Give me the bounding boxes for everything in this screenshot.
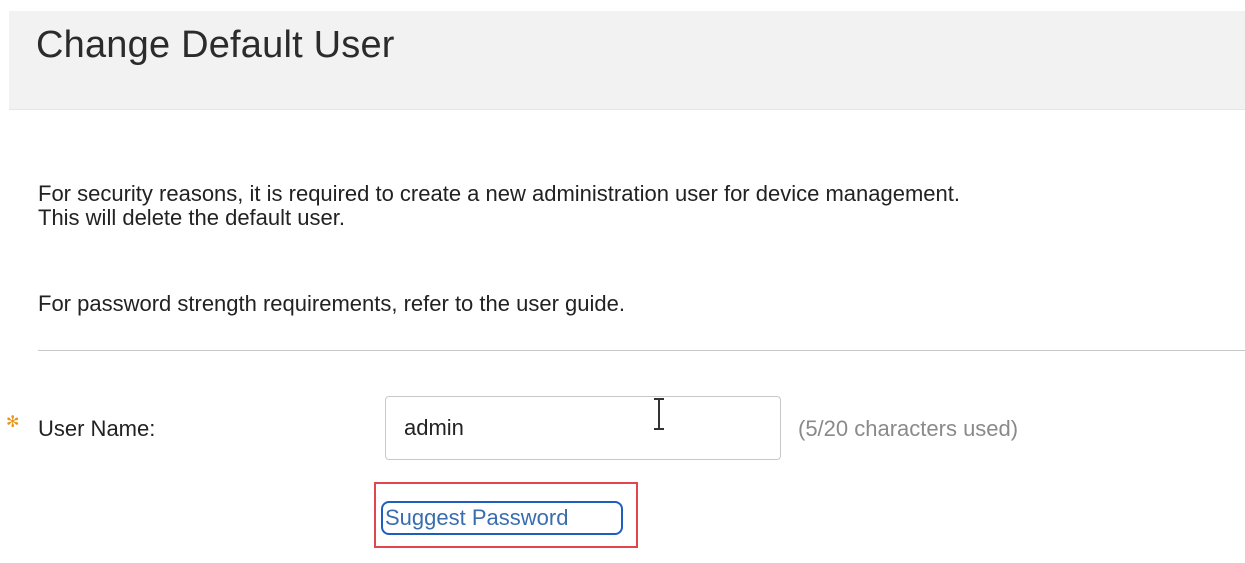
- password-requirements-note: For password strength requirements, refe…: [38, 291, 625, 316]
- security-notice-line-2: This will delete the default user.: [38, 205, 345, 230]
- required-asterisk-icon: ✻: [6, 414, 20, 431]
- security-notice-line-1: For security reasons, it is required to …: [38, 181, 960, 206]
- content-panel: For security reasons, it is required to …: [6, 110, 1245, 563]
- change-default-user-page: Change Default User For security reasons…: [0, 0, 1245, 563]
- username-input[interactable]: [385, 396, 781, 460]
- security-notice: For security reasons, it is required to …: [38, 182, 1243, 230]
- text-cursor-icon: [654, 398, 664, 430]
- page-header: Change Default User: [9, 11, 1245, 110]
- username-label: User Name:: [38, 416, 156, 441]
- suggest-password-button[interactable]: Suggest Password: [381, 501, 623, 535]
- section-divider: [38, 350, 1245, 351]
- username-char-count: (5/20 characters used): [798, 416, 1019, 441]
- page-title: Change Default User: [36, 24, 395, 66]
